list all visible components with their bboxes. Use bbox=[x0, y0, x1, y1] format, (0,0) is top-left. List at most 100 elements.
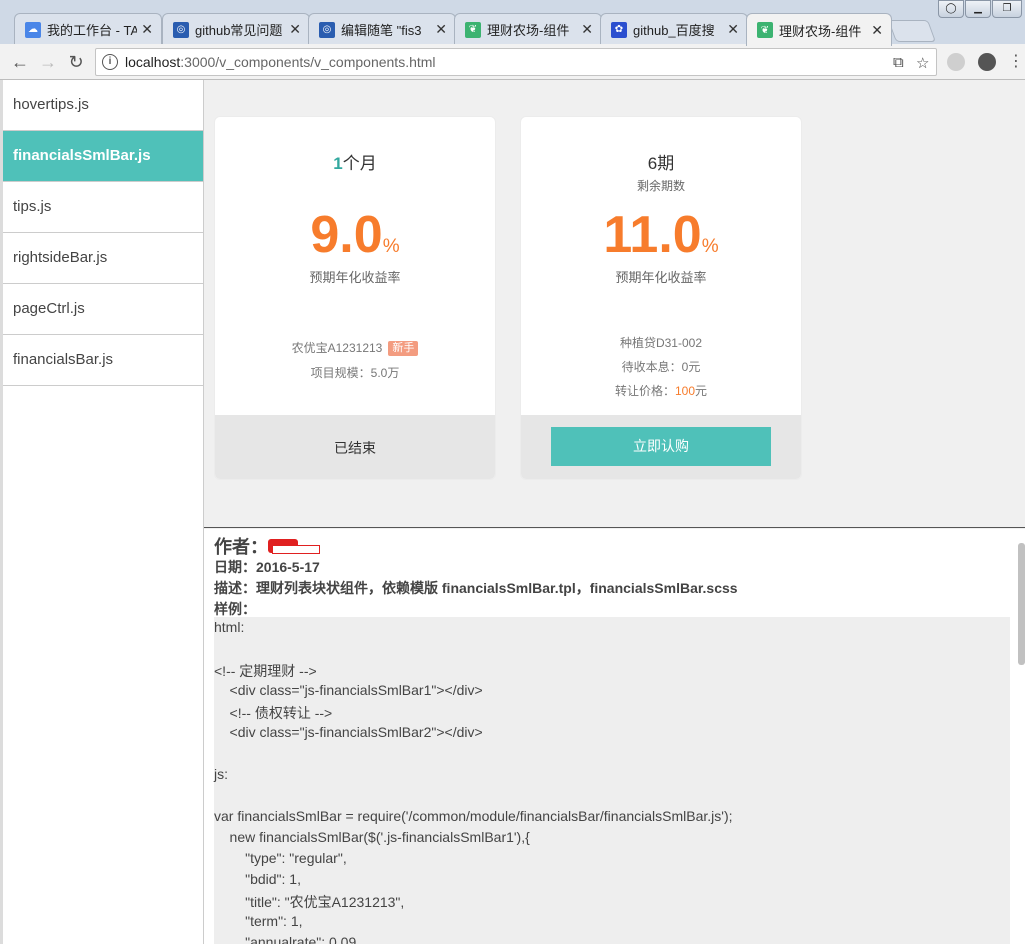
browser-toolbar: ← → ↻ i localhost:3000/v_components/v_co… bbox=[0, 44, 1025, 80]
translate-icon[interactable]: ⧉ bbox=[893, 54, 904, 71]
term-number: 1 bbox=[333, 154, 343, 173]
sidebar-item-rightsidebar[interactable]: rightsideBar.js bbox=[3, 233, 203, 284]
browser-tab[interactable]: ✿ github_百度搜 ✕ bbox=[600, 13, 748, 45]
rate-number: 11.0 bbox=[603, 206, 702, 264]
cloud-icon: ☁ bbox=[25, 21, 41, 38]
code-line: html: bbox=[214, 619, 245, 635]
price-value: 100 bbox=[674, 384, 696, 398]
pending-interest: 待收本息：0元 bbox=[621, 360, 701, 374]
code-line: new financialsSmlBar($('.js-financialsSm… bbox=[214, 829, 530, 845]
tab-title: github_百度搜 bbox=[633, 23, 715, 38]
tab-title: 理财农场-组件 bbox=[487, 23, 570, 38]
product-scale: 项目规模：5.0万 bbox=[310, 366, 400, 380]
browser-tab[interactable]: ◎ github常见问题 ✕ bbox=[162, 13, 310, 45]
author-line: 作者： bbox=[214, 533, 324, 559]
subscribe-button[interactable]: 立即认购 bbox=[551, 427, 771, 466]
code-line: "annualrate": 0.09, bbox=[214, 934, 361, 944]
user-icon[interactable]: ◯ bbox=[938, 0, 964, 18]
component-preview: 1个月 9.0% 预期年化收益率 农优宝A1231213 新手 项目规模：5.0万… bbox=[204, 80, 1025, 528]
address-bar[interactable]: i localhost:3000/v_components/v_componen… bbox=[95, 48, 937, 76]
code-line: <div class="js-financialsSmlBar2"></div> bbox=[214, 724, 483, 740]
price-unit: 元 bbox=[695, 384, 708, 398]
product-card: 6期 剩余期数 11.0% 预期年化收益率 种植贷D31-002 待收本息：0元… bbox=[520, 116, 802, 480]
leaf-icon: ❦ bbox=[757, 22, 773, 38]
sidebar-item-tips[interactable]: tips.js bbox=[3, 182, 203, 233]
code-line: "type": "regular", bbox=[214, 850, 347, 866]
date-line: 日期：2016-5-17 bbox=[214, 559, 320, 575]
description-line: 描述：理财列表块状组件，依赖模版 financialsSmlBar.tpl，fi… bbox=[214, 580, 738, 596]
product-card: 1个月 9.0% 预期年化收益率 农优宝A1231213 新手 项目规模：5.0万… bbox=[214, 116, 496, 480]
extension-icon[interactable] bbox=[978, 53, 996, 71]
close-icon[interactable]: ✕ bbox=[141, 21, 153, 38]
rate-percent: % bbox=[701, 236, 719, 257]
code-sample: html: <!-- 定期理财 --> <div class="js-financ… bbox=[214, 617, 1010, 944]
newbie-badge: 新手 bbox=[388, 341, 419, 356]
product-title: 农优宝A1231213 新手 bbox=[215, 339, 495, 356]
redaction-mark bbox=[268, 539, 324, 555]
tab-title: 理财农场-组件 bbox=[779, 23, 862, 39]
transfer-price: 转让价格：100元 bbox=[521, 382, 801, 399]
new-tab-button[interactable] bbox=[887, 20, 937, 42]
close-icon[interactable]: ✕ bbox=[289, 21, 301, 38]
back-arrow-icon[interactable]: ← bbox=[8, 50, 32, 74]
info-icon[interactable]: i bbox=[102, 54, 118, 70]
browser-tab[interactable]: ☁ 我的工作台 - TA ✕ bbox=[14, 13, 162, 45]
tab-title: 我的工作台 - TA bbox=[47, 23, 138, 38]
sidebar-item-hovertips[interactable]: hovertips.js bbox=[3, 80, 203, 131]
globe-icon: ◎ bbox=[319, 21, 335, 38]
url-host: localhost bbox=[125, 54, 181, 70]
url-text[interactable]: localhost:3000/v_components/v_components… bbox=[125, 54, 436, 70]
browser-titlebar: ☁ 我的工作台 - TA ✕ ◎ github常见问题 ✕ ◎ 编辑随笔 "fi… bbox=[0, 0, 1025, 46]
code-line: var financialsSmlBar = require('/common/… bbox=[214, 808, 733, 824]
scrollbar-thumb[interactable] bbox=[1018, 543, 1025, 665]
product-name: 农优宝A1231213 bbox=[291, 341, 383, 355]
term-unit: 个月 bbox=[342, 154, 377, 173]
rate-label: 预期年化收益率 bbox=[615, 270, 707, 285]
code-line: <!-- 定期理财 --> bbox=[214, 663, 317, 679]
close-icon[interactable]: ✕ bbox=[435, 21, 447, 38]
code-line: "title": "农优宝A1231213", bbox=[214, 894, 405, 910]
term-title: 1个月 bbox=[215, 149, 495, 174]
rate-percent: % bbox=[382, 236, 400, 257]
code-line: js: bbox=[214, 766, 228, 782]
extension-icon[interactable] bbox=[947, 53, 965, 71]
close-icon[interactable]: ✕ bbox=[871, 22, 883, 39]
browser-tab-active[interactable]: ❦ 理财农场-组件 ✕ bbox=[746, 13, 892, 46]
close-icon[interactable]: ✕ bbox=[727, 21, 739, 38]
price-label: 转让价格： bbox=[614, 384, 675, 398]
author-label: 作者： bbox=[214, 537, 268, 557]
reload-icon[interactable]: ↻ bbox=[64, 50, 88, 74]
globe-icon: ◎ bbox=[173, 21, 189, 38]
leaf-icon: ❦ bbox=[465, 21, 481, 38]
paw-icon: ✿ bbox=[611, 21, 627, 38]
card-footer: 立即认购 bbox=[521, 415, 801, 479]
forward-arrow-icon[interactable]: → bbox=[36, 50, 60, 74]
code-line: <div class="js-financialsSmlBar1"></div> bbox=[214, 682, 483, 698]
term-title: 6期 bbox=[647, 154, 675, 173]
tab-title: 编辑随笔 "fis3 bbox=[341, 23, 422, 38]
sidebar-item-financialsbar[interactable]: financialsBar.js bbox=[3, 335, 203, 386]
rate-label: 预期年化收益率 bbox=[309, 270, 401, 285]
term-subtitle: 剩余期数 bbox=[636, 179, 685, 193]
code-line: <!-- 债权转让 --> bbox=[214, 705, 333, 721]
code-line: "term": 1, bbox=[214, 913, 303, 929]
minimize-button[interactable]: ▁ bbox=[965, 0, 991, 18]
url-path: :3000/v_components/v_components.html bbox=[180, 54, 436, 70]
component-doc: 作者： 日期：2016-5-17 描述：理财列表块状组件，依赖模版 financ… bbox=[204, 529, 1025, 944]
rate-number: 9.0 bbox=[310, 206, 383, 264]
sidebar-item-pagectrl[interactable]: pageCtrl.js bbox=[3, 284, 203, 335]
star-icon[interactable]: ☆ bbox=[916, 54, 929, 72]
menu-icon[interactable]: ⋮ bbox=[1008, 50, 1024, 74]
sidebar-item-financialssmlbar[interactable]: financialsSmlBar.js bbox=[3, 131, 203, 182]
ended-status: 已结束 bbox=[334, 440, 376, 456]
card-footer: 已结束 bbox=[215, 415, 495, 479]
product-name: 种植贷D31-002 bbox=[619, 336, 703, 350]
tab-title: github常见问题 bbox=[195, 23, 283, 38]
browser-tab[interactable]: ◎ 编辑随笔 "fis3 ✕ bbox=[308, 13, 456, 45]
component-sidebar: hovertips.js financialsSmlBar.js tips.js… bbox=[0, 80, 204, 944]
browser-tab[interactable]: ❦ 理财农场-组件 ✕ bbox=[454, 13, 602, 45]
close-icon[interactable]: ✕ bbox=[581, 21, 593, 38]
maximize-button[interactable]: ❐ bbox=[992, 0, 1022, 18]
code-line: "bdid": 1, bbox=[214, 871, 301, 887]
example-label: 样例： bbox=[214, 601, 256, 617]
